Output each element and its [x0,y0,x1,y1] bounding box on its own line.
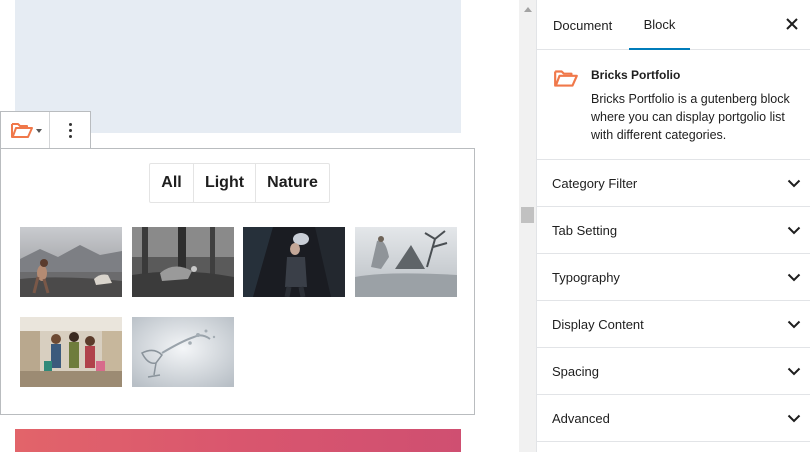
panel-spacing[interactable]: Spacing [537,348,810,395]
panel-title: Category Filter [552,175,638,191]
vertical-ellipsis-icon [68,122,72,138]
filter-tab-nature[interactable]: Nature [256,164,329,202]
panel-typography[interactable]: Typography [537,254,810,301]
editor-canvas: All Light Nature [0,0,519,452]
panel-category-filter[interactable]: Category Filter [537,160,810,207]
block-card-title: Bricks Portfolio [591,68,681,82]
portfolio-block[interactable]: All Light Nature [0,148,475,415]
wine-glass-splash-photo [132,317,234,387]
scroll-up-icon[interactable] [524,7,532,12]
portfolio-thumbnail[interactable] [20,227,122,297]
sidebar-header: Document Block [537,0,810,50]
chevron-down-icon [36,128,42,133]
portfolio-thumbnail[interactable] [243,227,345,297]
folder-open-icon [554,70,578,87]
chevron-down-icon [786,175,802,191]
panel-title: Tab Setting [552,222,618,238]
block-toolbar [0,111,91,149]
scrollbar-thumb[interactable] [521,207,534,223]
filter-tab-light[interactable]: Light [194,164,256,202]
chevron-down-icon [786,269,802,285]
panel-title: Display Content [552,316,644,332]
editor-scrollbar[interactable] [519,0,537,452]
folder-open-icon [11,123,33,138]
settings-panels: Category Filter Tab Setting Typography D… [537,160,810,442]
chevron-down-icon [786,222,802,238]
more-options-button[interactable] [50,112,90,148]
category-filter-tabs: All Light Nature [149,163,330,203]
portfolio-thumbnail[interactable] [132,317,234,387]
placeholder-block-bottom[interactable] [15,429,461,452]
editor-window: All Light Nature Document Block Bricks P… [0,0,810,452]
tab-block[interactable]: Block [629,0,690,50]
chevron-down-icon [786,316,802,332]
chevron-down-icon [786,363,802,379]
forest-woman-photo [132,227,234,297]
panel-tab-setting[interactable]: Tab Setting [537,207,810,254]
settings-sidebar: Document Block Bricks Portfolio Bricks P… [537,0,810,452]
panel-advanced[interactable]: Advanced [537,395,810,442]
chevron-down-icon [786,410,802,426]
portfolio-thumbnail[interactable] [20,317,122,387]
portfolio-thumbnail[interactable] [132,227,234,297]
portfolio-thumbnail[interactable] [355,227,457,297]
panel-title: Advanced [552,410,610,426]
woman-with-dog-photo [20,227,122,297]
block-card-description: Bricks Portfolio is a gutenberg block wh… [591,92,790,142]
shopping-girls-photo [20,317,122,387]
panel-title: Spacing [552,363,599,379]
close-sidebar-button[interactable] [784,16,800,32]
tab-document[interactable]: Document [553,0,612,50]
dark-portrait-photo [243,227,345,297]
block-card: Bricks Portfolio Bricks Portfolio is a g… [537,50,810,160]
filter-tab-all[interactable]: All [150,164,194,202]
close-icon [786,18,798,30]
panel-display-content[interactable]: Display Content [537,301,810,348]
misty-tree-photo [355,227,457,297]
block-switcher-button[interactable] [1,112,50,148]
panel-title: Typography [552,269,620,285]
